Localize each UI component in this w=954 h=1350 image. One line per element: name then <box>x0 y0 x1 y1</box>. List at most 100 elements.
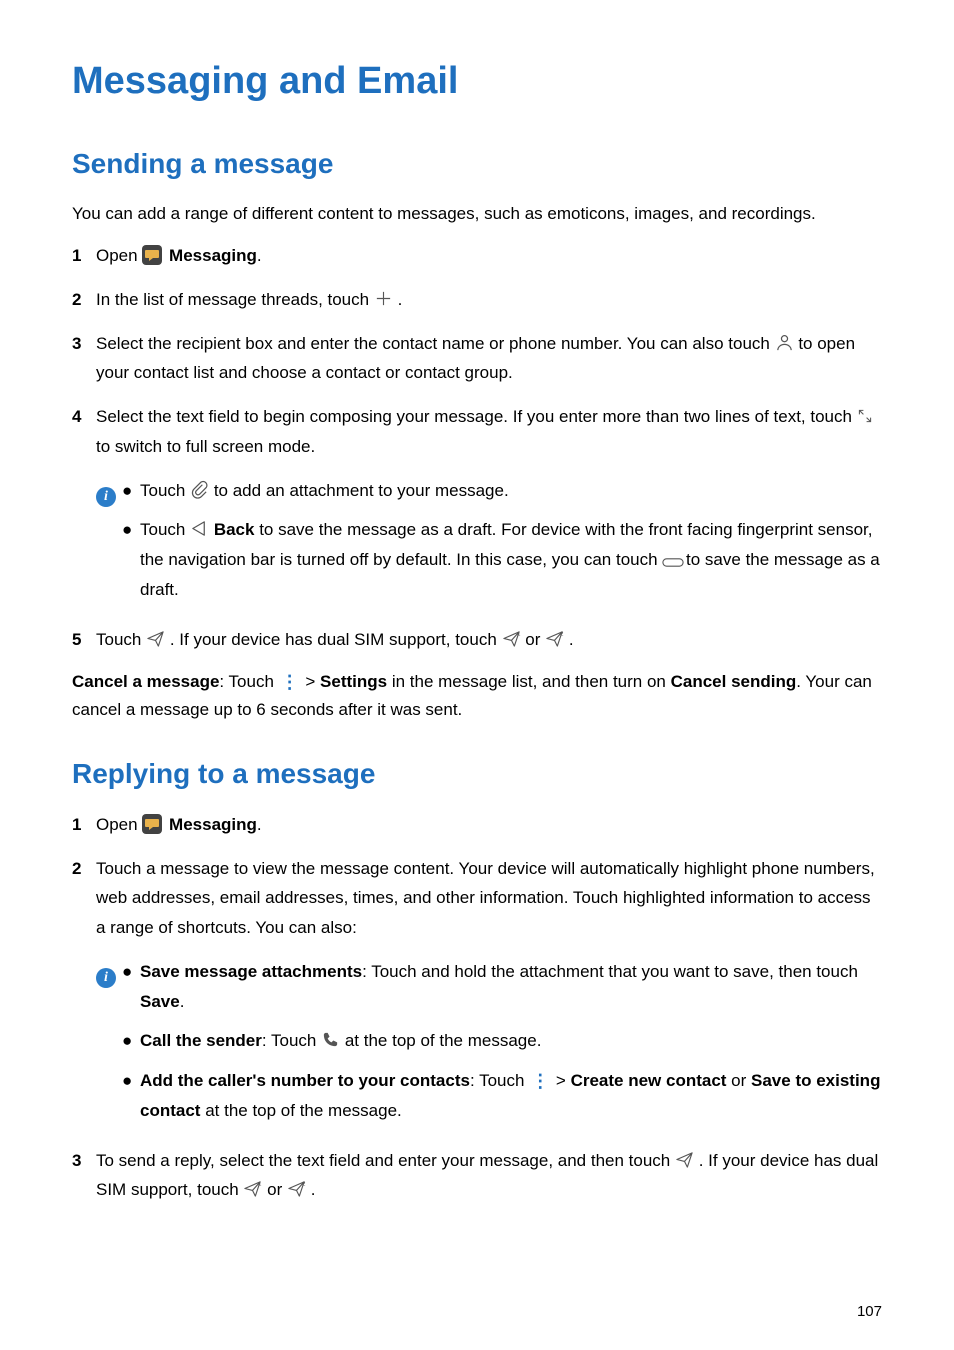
text-bold: Cancel a message <box>72 672 219 691</box>
expand-icon <box>857 404 873 420</box>
step-number: 3 <box>72 329 96 389</box>
send-sim1-icon: 1 <box>502 628 521 647</box>
text: . <box>311 1180 316 1199</box>
text: or <box>525 630 545 649</box>
note-content: ● Save message attachments: Touch and ho… <box>122 957 882 1136</box>
text-bold: Save message attachments <box>140 962 362 981</box>
note-content: ● Touch to add an attachment to your mes… <box>122 476 882 615</box>
step-text: Select the text field to begin composing… <box>96 402 882 462</box>
more-icon: ⋮ <box>529 1076 551 1086</box>
step-number: 1 <box>72 810 96 840</box>
svg-text:1: 1 <box>517 631 520 637</box>
bullet-dot: ● <box>122 1066 140 1126</box>
note-bullet-1: ● Touch to add an attachment to your mes… <box>122 476 882 506</box>
text: : Touch and hold the attachment that you… <box>362 962 858 981</box>
send-sim1-icon: 1 <box>243 1178 262 1197</box>
bullet-body: Add the caller's number to your contacts… <box>140 1066 882 1126</box>
page: Messaging and Email Sending a message Yo… <box>0 0 954 1350</box>
bullet-dot: ● <box>122 1026 140 1056</box>
text: > <box>551 1071 570 1090</box>
text-bold: Save <box>140 992 180 1011</box>
text-bold: Messaging <box>169 815 257 834</box>
bullet-body: Call the sender: Touch at the top of the… <box>140 1026 882 1056</box>
text: Touch <box>96 630 146 649</box>
text: to switch to full screen mode. <box>96 437 315 456</box>
page-title: Messaging and Email <box>72 60 882 103</box>
info-note-block-2: i ● Save message attachments: Touch and … <box>96 957 882 1136</box>
text: . <box>398 290 403 309</box>
bullet-body: Save message attachments: Touch and hold… <box>140 957 882 1017</box>
text: : Touch <box>470 1071 529 1090</box>
messaging-app-icon <box>142 814 162 834</box>
step-text: Open Messaging. <box>96 241 882 271</box>
text-bold: Add the caller's number to your contacts <box>140 1071 470 1090</box>
text: in the message list, and then turn on <box>387 672 671 691</box>
step-text: To send a reply, select the text field a… <box>96 1146 882 1206</box>
info-icon-col: i <box>96 476 122 615</box>
note-bullet-2: ● Touch Back to save the message as a dr… <box>122 515 882 604</box>
page-number: 107 <box>857 1303 882 1320</box>
reply-bullet-2: ● Call the sender: Touch at the top of t… <box>122 1026 882 1056</box>
text: . <box>180 992 185 1011</box>
text-bold: Cancel sending <box>671 672 797 691</box>
step-number: 2 <box>72 854 96 943</box>
svg-text:1: 1 <box>259 1182 262 1188</box>
info-icon: i <box>96 487 116 507</box>
call-icon <box>321 1029 340 1048</box>
text: Touch a message to view the message cont… <box>96 859 875 938</box>
send-icon <box>146 628 165 647</box>
svg-text:2: 2 <box>560 631 563 637</box>
reply-bullet-1: ● Save message attachments: Touch and ho… <box>122 957 882 1017</box>
messaging-app-icon <box>142 245 162 265</box>
reply-bullet-3: ● Add the caller's number to your contac… <box>122 1066 882 1126</box>
send-sim2-icon: 2 <box>545 628 564 647</box>
reply-step-2: 2 Touch a message to view the message co… <box>72 854 882 943</box>
text-bold: Settings <box>320 672 387 691</box>
text: Touch <box>140 481 190 500</box>
section-heading-replying: Replying to a message <box>72 758 882 790</box>
text-bold: Call the sender <box>140 1031 262 1050</box>
text: Touch <box>140 520 190 539</box>
info-icon-col: i <box>96 957 122 1136</box>
plus-icon <box>374 288 393 307</box>
step-text: Touch . If your device has dual SIM supp… <box>96 625 882 655</box>
text: Select the text field to begin composing… <box>96 407 857 426</box>
text: . <box>257 246 262 265</box>
text: : Touch <box>219 672 278 691</box>
step-text: Touch a message to view the message cont… <box>96 854 882 943</box>
step-number: 2 <box>72 285 96 315</box>
step-3: 3 Select the recipient box and enter the… <box>72 329 882 389</box>
step-number: 5 <box>72 625 96 655</box>
contact-icon <box>775 332 794 351</box>
text: at the top of the message. <box>345 1031 542 1050</box>
step-number: 1 <box>72 241 96 271</box>
text-bold: Back <box>214 520 255 539</box>
reply-step-3: 3 To send a reply, select the text field… <box>72 1146 882 1206</box>
text: : Touch <box>262 1031 321 1050</box>
bullet-dot: ● <box>122 515 140 604</box>
step-number: 4 <box>72 402 96 462</box>
intro-paragraph: You can add a range of different content… <box>72 200 882 227</box>
step-5: 5 Touch . If your device has dual SIM su… <box>72 625 882 655</box>
send-icon <box>675 1149 694 1168</box>
bullet-dot: ● <box>122 476 140 506</box>
text-bold: Create new contact <box>571 1071 727 1090</box>
pill-icon <box>662 548 681 567</box>
text: . <box>257 815 262 834</box>
info-note-block: i ● Touch to add an attachment to your m… <box>96 476 882 615</box>
text: Select the recipient box and enter the c… <box>96 334 775 353</box>
step-2: 2 In the list of message threads, touch … <box>72 285 882 315</box>
text: To send a reply, select the text field a… <box>96 1151 675 1170</box>
bullet-body: Touch Back to save the message as a draf… <box>140 515 882 604</box>
step-text: Open Messaging. <box>96 810 882 840</box>
text: at the top of the message. <box>200 1101 401 1120</box>
text: In the list of message threads, touch <box>96 290 374 309</box>
bullet-dot: ● <box>122 957 140 1017</box>
step-text: Select the recipient box and enter the c… <box>96 329 882 389</box>
step-4: 4 Select the text field to begin composi… <box>72 402 882 462</box>
reply-step-1: 1 Open Messaging. <box>72 810 882 840</box>
text: or <box>267 1180 287 1199</box>
step-text: In the list of message threads, touch . <box>96 285 882 315</box>
text: . If your device has dual SIM support, t… <box>170 630 502 649</box>
text: or <box>726 1071 751 1090</box>
